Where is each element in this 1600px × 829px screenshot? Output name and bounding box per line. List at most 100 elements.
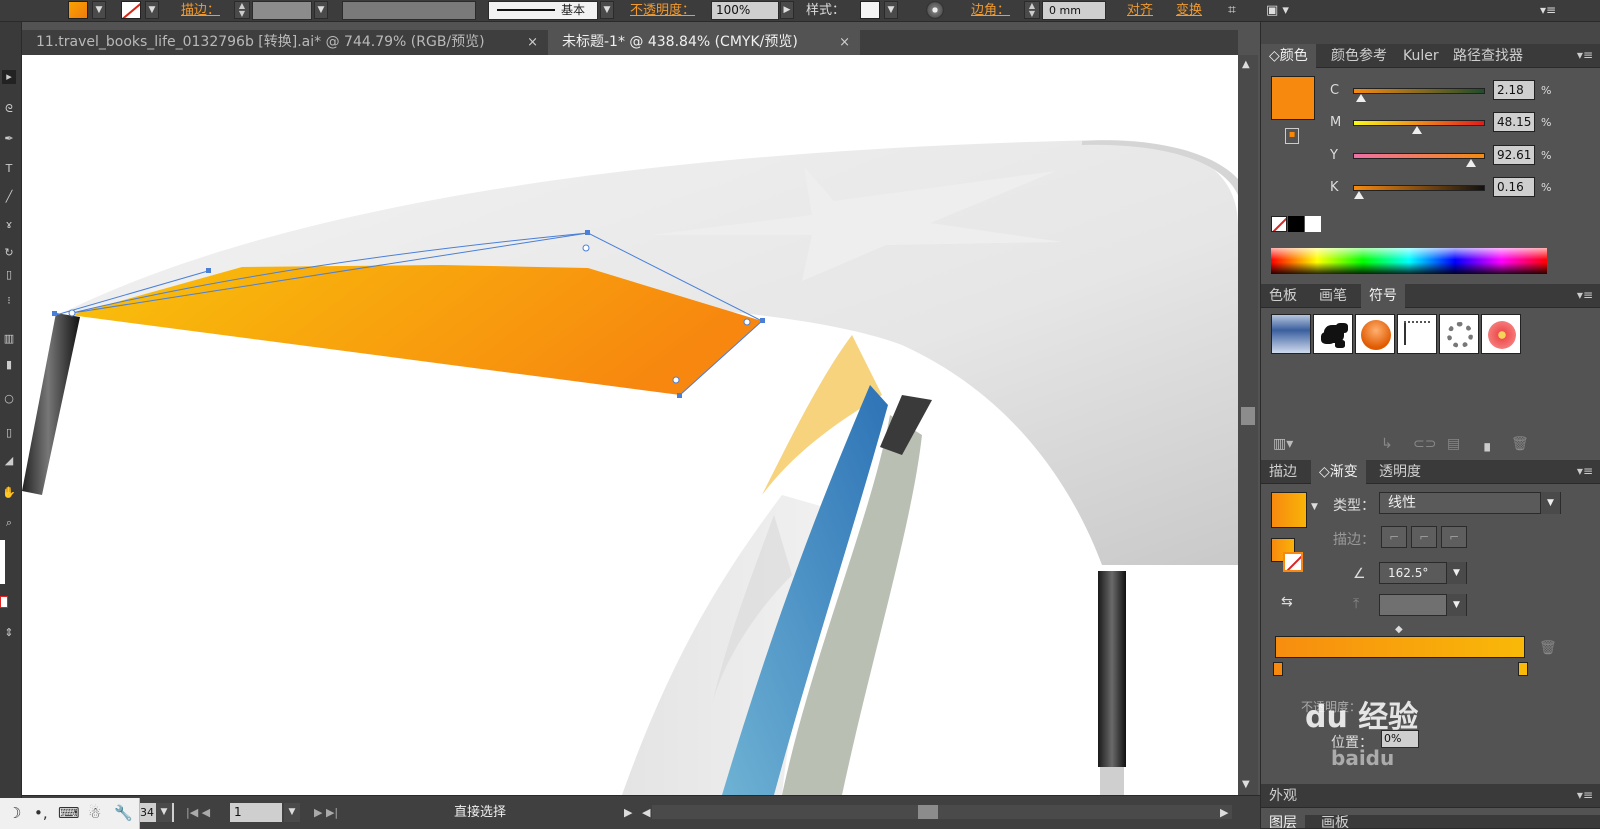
type-tool-icon[interactable]: T [2, 162, 16, 176]
out-of-gamut-icon[interactable]: ▪ [1285, 128, 1299, 144]
artboard-dropdown[interactable]: ▼ [284, 803, 300, 822]
close-icon[interactable]: × [527, 30, 538, 55]
delete-stop-icon[interactable]: 🗑 [1539, 640, 1557, 656]
next-artboard-icon[interactable]: ▶ ▶| [314, 803, 338, 822]
none-color-icon[interactable] [1271, 216, 1287, 232]
panel-menu-icon[interactable]: ▾≡ [1540, 1, 1556, 20]
stroke-dropdown[interactable]: ▼ [145, 1, 159, 19]
arrange-icon[interactable]: ▣ ▾ [1266, 1, 1289, 20]
slider-knob[interactable] [1411, 126, 1422, 134]
flower-symbol[interactable] [1481, 314, 1521, 354]
corner-label[interactable]: 边角： [971, 1, 1010, 20]
black-slider[interactable] [1353, 185, 1485, 199]
fill-dropdown[interactable]: ▼ [92, 1, 106, 19]
wrench-icon[interactable]: 🔧 [114, 804, 133, 822]
panel-menu-icon[interactable]: ▾≡ [1577, 48, 1593, 62]
artboard-canvas[interactable] [22, 55, 1238, 795]
gradient-stop-end[interactable] [1518, 662, 1528, 676]
hand-tool-icon[interactable]: ✋ [2, 486, 16, 500]
slider-knob[interactable] [1465, 159, 1476, 167]
tab-kuler[interactable]: Kuler [1395, 44, 1447, 68]
scroll-down-icon[interactable]: ▼ [1242, 779, 1250, 790]
gradient-preview-swatch[interactable] [1271, 492, 1307, 528]
zoom-dropdown[interactable]: ▼ [156, 803, 172, 822]
opacity-label[interactable]: 不透明度： [630, 1, 695, 20]
scroll-thumb[interactable] [1241, 407, 1255, 425]
place-symbol-icon[interactable]: ↳ [1381, 436, 1393, 452]
selection-tool-icon[interactable]: ▸ [2, 70, 16, 84]
recolor-icon[interactable] [926, 1, 944, 19]
midpoint-diamond-icon[interactable]: ◆ [1395, 624, 1403, 635]
graph-tool-icon[interactable]: ▥ [2, 332, 16, 346]
tab-stroke[interactable]: 描边 [1261, 460, 1305, 484]
tab-color[interactable]: ◇颜色 [1261, 44, 1316, 68]
stroke-swatch[interactable] [121, 1, 141, 19]
cyan-value[interactable]: 2.18 [1493, 80, 1535, 100]
status-menu-icon[interactable]: ▶ [624, 803, 632, 822]
stroke-weight-spinner[interactable]: ▲ ▼ [234, 1, 250, 19]
variable-width-profile[interactable] [342, 1, 476, 20]
color-spectrum[interactable] [1271, 248, 1547, 274]
slider-knob[interactable] [1356, 94, 1367, 102]
orange-button-symbol[interactable] [1355, 314, 1395, 354]
tab-layers[interactable]: 图层 [1261, 815, 1305, 828]
artboard-field[interactable]: 1 [230, 803, 282, 822]
fill-swatch[interactable] [68, 1, 88, 19]
corner-spinner[interactable]: ▲ ▼ [1024, 1, 1040, 19]
slice-tool-icon[interactable]: ◢ [2, 454, 16, 468]
tab-gradient[interactable]: ◇渐变 [1311, 460, 1366, 484]
graphic-style-dropdown[interactable]: ▼ [884, 1, 898, 19]
vertical-scrollbar[interactable]: ▲ ▼ [1238, 55, 1258, 795]
stroke-label[interactable]: 描边： [181, 1, 220, 20]
blue-banner-symbol[interactable] [1271, 314, 1311, 354]
gradient-stop-start[interactable] [1273, 662, 1283, 676]
scroll-right-icon[interactable]: ▶ [1220, 803, 1228, 822]
magenta-slider[interactable] [1353, 120, 1485, 134]
tab-swatches[interactable]: 色板 [1261, 284, 1305, 308]
dotted-frame-symbol[interactable] [1397, 314, 1437, 354]
blend-tool-icon[interactable]: ▯ [2, 426, 16, 440]
black-value[interactable]: 0.16 [1493, 177, 1535, 197]
yellow-value[interactable]: 92.61 [1493, 145, 1535, 165]
zoom-tool-icon[interactable]: ⌕ [2, 516, 16, 530]
keyboard-icon[interactable]: ⌨ [58, 804, 80, 822]
stroke-along-button[interactable]: ⌐ [1411, 526, 1437, 548]
scroll-up-icon[interactable]: ▲ [1242, 59, 1250, 70]
new-symbol-icon[interactable]: ▗ [1479, 436, 1490, 452]
gradient-type-select[interactable]: 线性 ▼ [1379, 492, 1561, 514]
white-color-chip[interactable] [1305, 216, 1321, 232]
tab-pathfinder[interactable]: 路径查找器 [1445, 44, 1531, 68]
cyan-slider[interactable] [1353, 88, 1485, 102]
pen-tool-icon[interactable]: ✒ [2, 132, 16, 146]
yellow-slider[interactable] [1353, 153, 1485, 167]
eyedropper-tool-icon[interactable]: ○ [2, 392, 16, 406]
gradient-slider-bar[interactable] [1275, 636, 1525, 658]
lasso-tool-icon[interactable]: ᘓ [2, 102, 16, 116]
tab-appearance[interactable]: 外观 [1261, 784, 1305, 808]
break-link-icon[interactable]: ⊂⊃ [1413, 436, 1436, 452]
magenta-value[interactable]: 48.15 [1493, 112, 1535, 132]
delete-symbol-icon[interactable]: 🗑 [1511, 436, 1529, 452]
tab-travel-books[interactable]: 11.travel_books_life_0132796b [转换].ai* @… [22, 30, 548, 55]
angle-field[interactable]: 162.5° ▼ [1379, 562, 1467, 584]
stroke-weight-field[interactable] [252, 1, 312, 20]
color-fill-swatch[interactable] [1271, 76, 1315, 120]
opacity-arrow[interactable]: ▶ [780, 1, 794, 19]
tab-artboards[interactable]: 画板 [1313, 815, 1357, 828]
tab-untitled-1[interactable]: 未标题-1* @ 438.84% (CMYK/预览) × [548, 30, 860, 55]
align-link[interactable]: 对齐 [1127, 1, 1153, 20]
stroke-within-button[interactable]: ⌐ [1381, 526, 1407, 548]
stroke-weight-dropdown[interactable]: ▼ [314, 1, 328, 19]
stroke-across-button[interactable]: ⌐ [1441, 526, 1467, 548]
first-artboard-icon[interactable]: |◀ ◀ [186, 803, 210, 822]
user-icon[interactable]: ☃ [88, 804, 101, 822]
ink-splat-symbol[interactable] [1313, 314, 1353, 354]
tab-transparency[interactable]: 透明度 [1371, 460, 1429, 484]
panel-menu-icon[interactable]: ▾≡ [1577, 788, 1593, 802]
slider-knob[interactable] [1354, 191, 1364, 199]
panel-menu-icon[interactable]: ▾≡ [1577, 288, 1593, 302]
brush-definition[interactable]: 基本 [488, 1, 598, 20]
none-swatch-icon[interactable] [0, 596, 8, 608]
aspect-ratio-field[interactable]: ▼ [1379, 594, 1467, 616]
black-color-chip[interactable] [1288, 216, 1304, 232]
